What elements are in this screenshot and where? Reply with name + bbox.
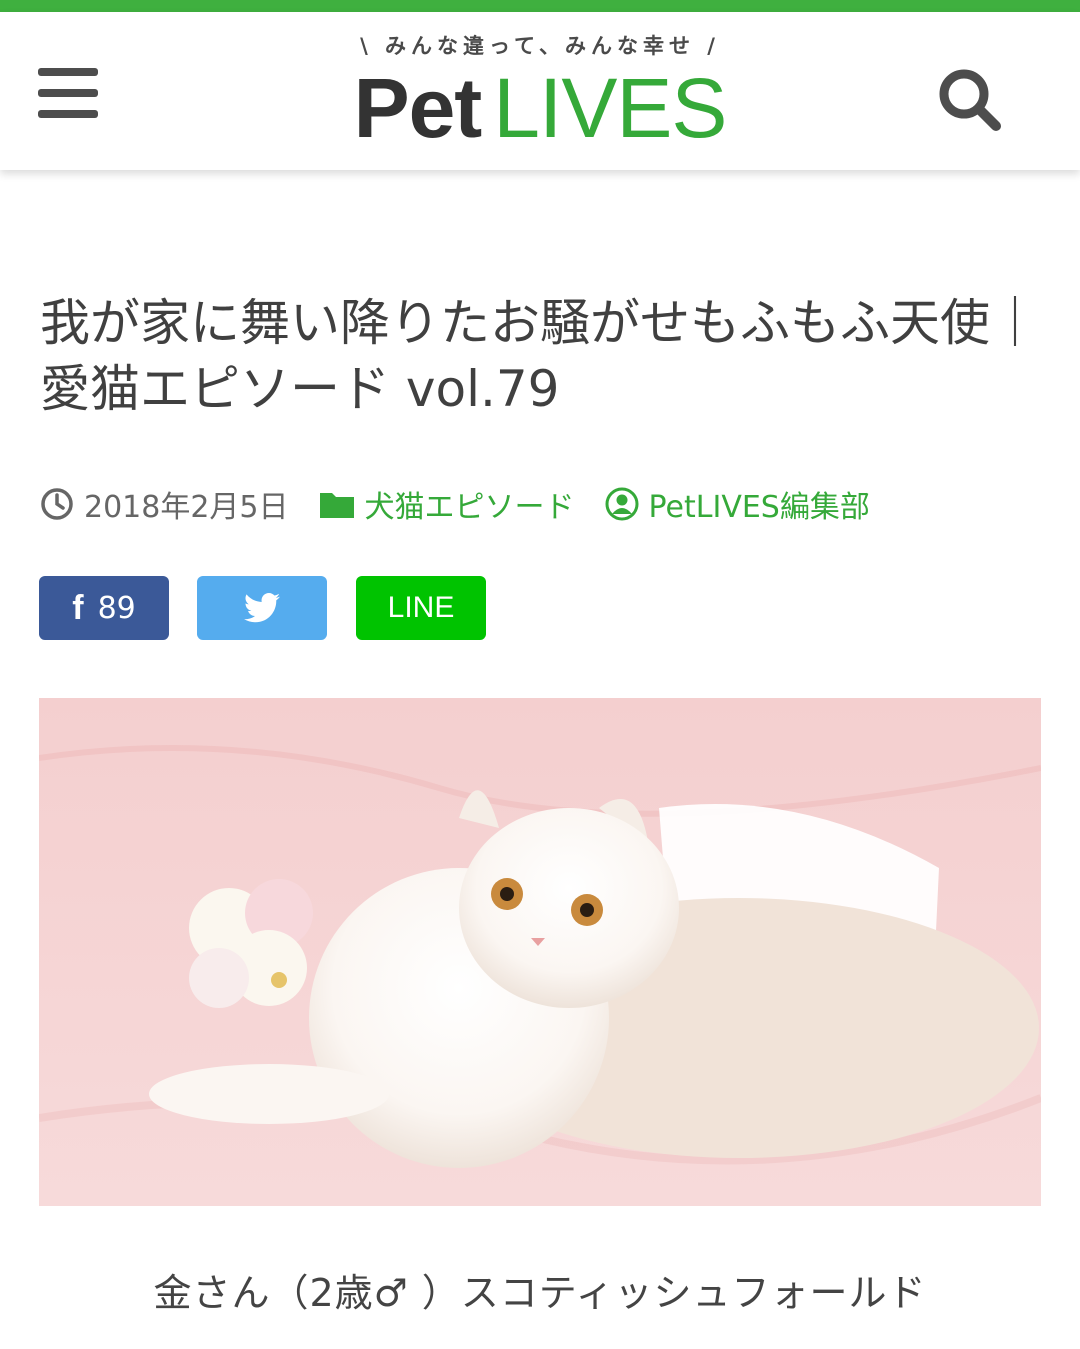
tagline: \ みんな違って、みんな幸せ / (360, 34, 720, 58)
folder-icon (319, 493, 354, 518)
article-title: 我が家に舞い降りたお騒がせもふもふ天使｜愛猫エピソード vol.79 (40, 294, 1040, 418)
search-button[interactable] (936, 66, 1006, 136)
site-header: \ みんな違って、みんな幸せ / Pet LIVES (0, 12, 1080, 170)
hero-image (38, 698, 1043, 1206)
clock-icon (41, 488, 73, 520)
user-icon (605, 487, 639, 521)
menu-line (38, 89, 98, 97)
cat-photo-illustration (38, 698, 1043, 1206)
search-icon (939, 69, 1001, 131)
author-link[interactable]: PetLIVES編集部 (605, 482, 870, 526)
category-link[interactable]: 犬猫エピソード (319, 482, 575, 526)
article-meta: 2018年2月5日 犬猫エピソード PetLIVES編集部 (40, 482, 870, 526)
line-share-label: LINE (387, 591, 455, 624)
top-accent-bar (0, 0, 1080, 12)
facebook-icon: f (72, 588, 84, 627)
menu-line (38, 68, 98, 76)
post-date-text: 2018年2月5日 (84, 490, 289, 525)
logo-text: Pet LIVES (330, 66, 750, 150)
facebook-share-button[interactable]: f 89 (39, 576, 169, 640)
facebook-share-count: 89 (97, 590, 136, 626)
post-date: 2018年2月5日 (40, 482, 289, 526)
site-logo[interactable]: \ みんな違って、みんな幸せ / Pet LIVES (330, 30, 750, 160)
logo-lives: LIVES (493, 61, 727, 155)
author-name: PetLIVES編集部 (648, 490, 870, 525)
twitter-share-button[interactable] (197, 576, 327, 640)
image-caption: 金さん（2歳♂ ）スコティッシュフォールド (153, 1271, 927, 1315)
twitter-bird-icon (244, 593, 280, 623)
hamburger-menu-button[interactable] (38, 68, 98, 118)
menu-line (38, 110, 98, 118)
line-share-button[interactable]: LINE (356, 576, 486, 640)
logo-pet: Pet (353, 61, 483, 155)
flower-bouquet (189, 879, 313, 1008)
category-label: 犬猫エピソード (364, 490, 575, 525)
